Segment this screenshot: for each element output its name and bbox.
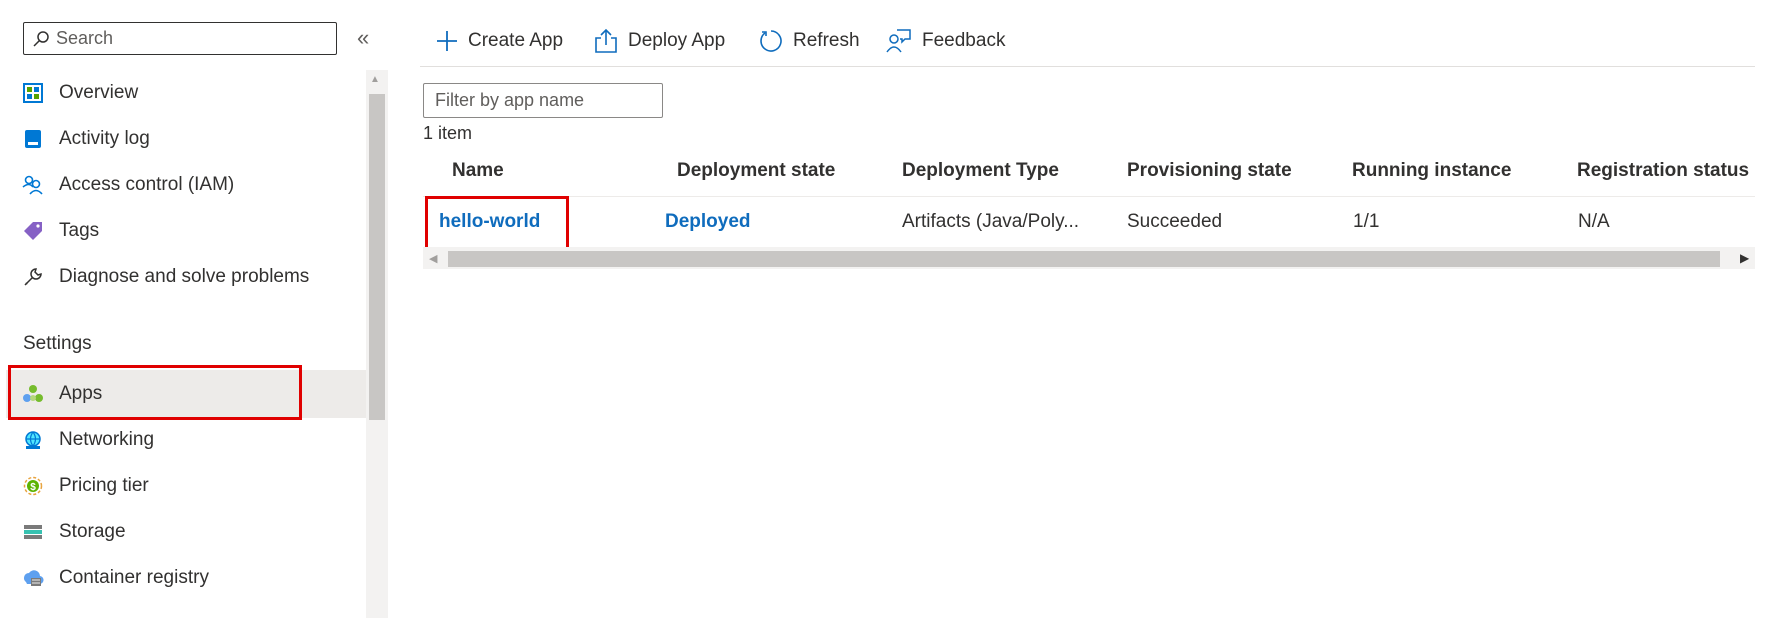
running-instance-cell: 1/1 [1353,211,1380,232]
sidebar-item-label: Storage [59,521,126,542]
upload-icon [595,28,617,53]
feedback-label: Feedback [922,30,1006,51]
column-header-deployment-type[interactable]: Deployment Type [902,160,1059,182]
sidebar-item-label: Diagnose and solve problems [59,266,310,287]
registration-status-cell: N/A [1578,211,1610,232]
search-icon [33,30,49,47]
sidebar-item-label: Tags [59,220,100,241]
refresh-label: Refresh [793,30,860,51]
storage-icon [22,521,44,543]
scroll-up-arrow-icon[interactable]: ▲ [370,74,380,85]
tag-icon [22,220,44,242]
apps-highlight-box [8,365,302,420]
sidebar-scrollbar-thumb[interactable] [369,94,385,420]
sidebar-item-label: Container registry [59,567,209,588]
sidebar-item-label: Activity log [59,128,150,149]
sidebar-item-label: Access control (IAM) [59,174,235,195]
sidebar-item-pricing-tier[interactable]: $ Pricing tier [22,463,362,509]
search-box[interactable] [23,22,337,55]
column-header-registration-status[interactable]: Registration status [1577,160,1749,182]
deployment-state-link[interactable]: Deployed [665,211,751,233]
overview-icon [22,82,44,104]
svg-text:$: $ [30,482,36,493]
column-header-provisioning-state[interactable]: Provisioning state [1127,160,1292,182]
refresh-icon [760,30,782,52]
item-count: 1 item [423,123,473,143]
people-icon [22,174,44,196]
sidebar-item-overview[interactable]: Overview [22,70,362,116]
networking-icon [22,429,44,451]
settings-section-title: Settings [23,333,92,354]
column-header-name[interactable]: Name [452,160,504,182]
toolbar-divider [420,66,1755,67]
create-app-label: Create App [468,30,564,51]
sidebar-item-networking[interactable]: Networking [22,417,362,463]
sidebar-item-tags[interactable]: Tags [22,208,362,254]
app-name-highlight-box [425,196,569,251]
sidebar-item-activity-log[interactable]: Activity log [22,116,362,162]
search-input[interactable] [56,28,316,49]
sidebar-item-label: Pricing tier [59,475,149,496]
sidebar-item-container-registry[interactable]: Container registry [22,555,362,601]
sidebar-item-label: Overview [59,82,139,103]
provisioning-state-cell: Succeeded [1127,211,1223,232]
sidebar-item-storage[interactable]: Storage [22,509,362,555]
pricing-icon: $ [22,475,44,497]
column-header-deployment-state[interactable]: Deployment state [677,160,835,182]
deployment-type-cell: Artifacts (Java/Poly... [902,211,1080,232]
scroll-left-arrow-icon[interactable]: ◀ [429,252,437,265]
scroll-right-arrow-icon[interactable]: ▶ [1740,251,1749,265]
collapse-sidebar-button[interactable]: « [357,26,369,50]
container-registry-icon [22,567,44,589]
filter-by-app-name-input[interactable] [423,83,663,118]
table-header-divider [423,196,1755,197]
refresh-button[interactable]: Refresh [759,24,860,58]
create-app-button[interactable]: Create App [436,24,563,58]
wrench-icon [22,266,44,288]
plus-icon [437,31,457,51]
feedback-icon [886,29,911,53]
sidebar-item-diagnose[interactable]: Diagnose and solve problems [22,254,362,300]
sidebar-item-label: Networking [59,429,155,450]
deploy-app-label: Deploy App [628,30,726,51]
feedback-button[interactable]: Feedback [886,24,1005,58]
column-header-running-instance[interactable]: Running instance [1352,160,1511,182]
activity-log-icon [22,128,44,150]
deploy-app-button[interactable]: Deploy App [594,24,725,58]
sidebar-item-access-control[interactable]: Access control (IAM) [22,162,362,208]
table-scrollbar-thumb[interactable] [448,251,1720,267]
